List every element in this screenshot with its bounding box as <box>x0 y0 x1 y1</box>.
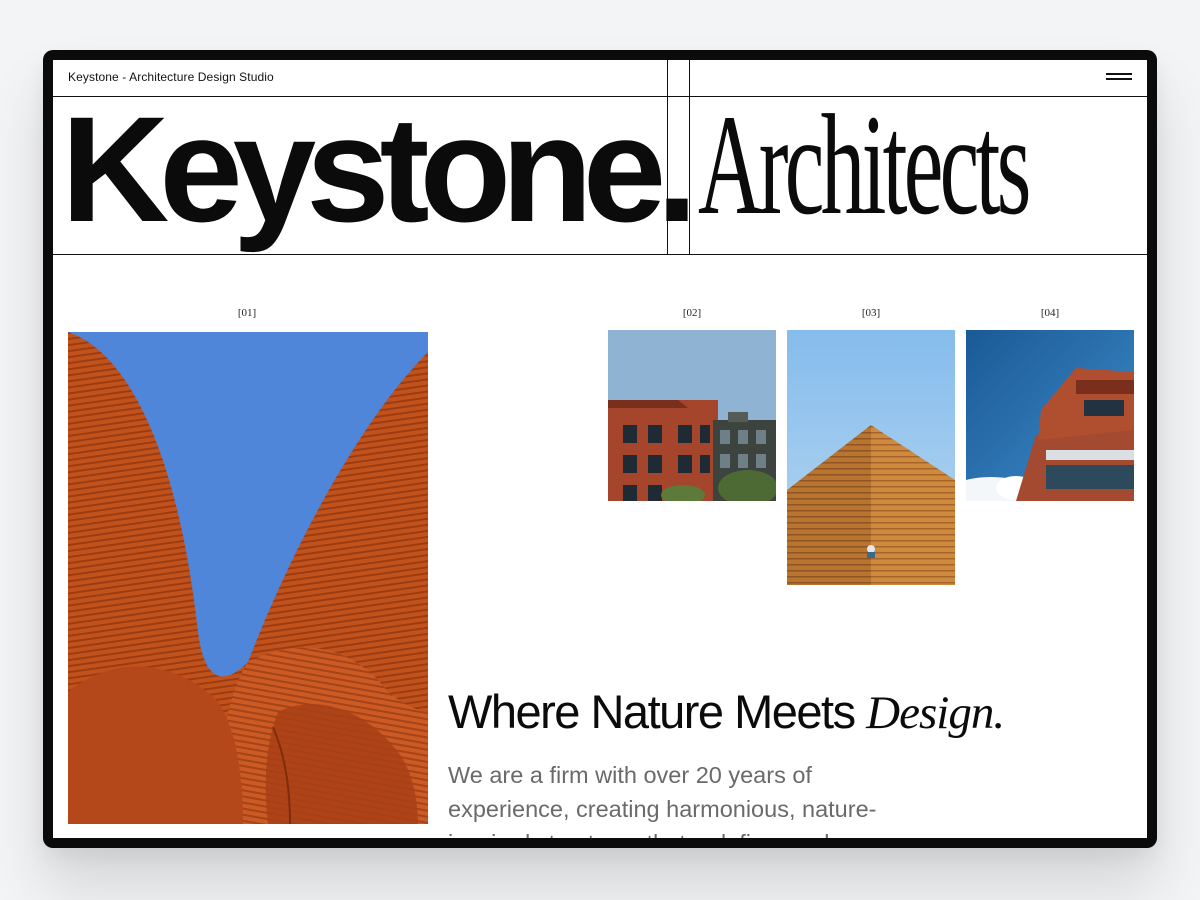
hero-architects: Architects <box>698 86 1031 245</box>
gallery-index-4: [04] <box>1040 307 1060 319</box>
gallery-photo-1[interactable] <box>68 332 428 824</box>
hamburger-menu-icon[interactable] <box>1106 73 1132 85</box>
divider <box>689 60 690 255</box>
intro-headline-italic: Design. <box>866 687 1005 739</box>
intro-headline-plain: Where Nature Meets <box>448 685 856 738</box>
site-title[interactable]: Keystone - Architecture Design Studio <box>68 70 274 84</box>
browser-viewport: Keystone - Architecture Design Studio Ke… <box>53 60 1147 838</box>
intro-body: We are a firm with over 20 years of expe… <box>448 762 877 838</box>
divider <box>53 254 1147 255</box>
gallery-index-3: [03] <box>861 307 881 319</box>
hero-keystone: Keystone. <box>61 85 698 253</box>
intro-headline: Where Nature Meets Design. <box>448 684 1005 740</box>
device-frame: Keystone - Architecture Design Studio Ke… <box>43 50 1157 848</box>
gallery-index-1: [01] <box>237 307 257 319</box>
gallery-index-2: [02] <box>682 307 702 319</box>
gallery-photo-2[interactable] <box>608 330 776 501</box>
gallery-photo-4[interactable] <box>966 330 1134 501</box>
gallery-photo-3[interactable] <box>787 330 955 585</box>
